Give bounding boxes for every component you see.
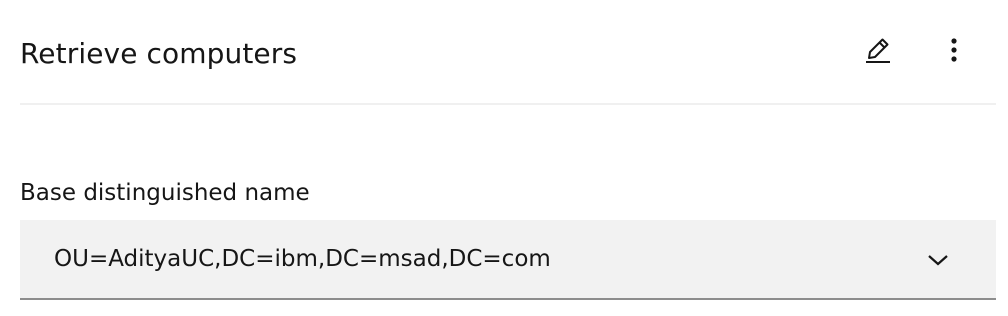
base-dn-value: OU=AdityaUC,DC=ibm,DC=msad,DC=com (54, 246, 551, 272)
base-dn-label: Base distinguished name (20, 180, 310, 206)
page-title: Retrieve computers (20, 37, 298, 70)
overflow-menu-vertical-icon (949, 37, 959, 67)
overflow-menu-button[interactable] (934, 32, 974, 72)
header-divider (20, 103, 996, 105)
panel-header: Retrieve computers (20, 0, 996, 104)
base-dn-dropdown[interactable]: OU=AdityaUC,DC=ibm,DC=msad,DC=com (20, 220, 996, 300)
edit-button[interactable] (858, 32, 898, 72)
pencil-icon (863, 35, 893, 69)
chevron-down-icon (924, 246, 952, 274)
